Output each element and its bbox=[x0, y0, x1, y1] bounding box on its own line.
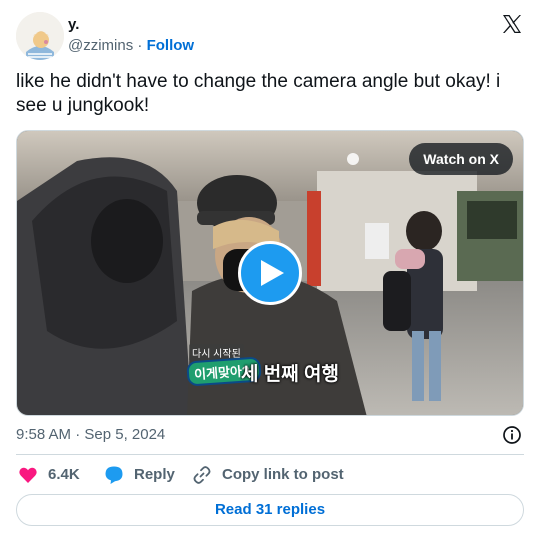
reply-button[interactable]: Reply bbox=[104, 464, 175, 486]
video-media[interactable]: Watch on X 다시 시작된 이게맞아?! 세 번째 여행 bbox=[16, 130, 524, 416]
link-icon bbox=[193, 466, 211, 484]
handle-row: @zzimins · Follow bbox=[68, 36, 194, 56]
timestamp-link[interactable]: 9:58 AM · Sep 5, 2024 bbox=[16, 425, 165, 445]
x-logo-icon[interactable] bbox=[500, 12, 524, 36]
heart-icon bbox=[19, 467, 37, 483]
separator: · bbox=[137, 37, 143, 54]
divider bbox=[16, 454, 524, 455]
like-button[interactable]: 6.4K bbox=[18, 464, 80, 486]
follow-button[interactable]: Follow bbox=[147, 37, 195, 54]
play-button[interactable] bbox=[238, 241, 302, 305]
reply-label: Reply bbox=[134, 466, 175, 483]
avatar[interactable] bbox=[16, 12, 64, 60]
read-replies-button[interactable]: Read 31 replies bbox=[16, 494, 524, 526]
tweet-embed: y. @zzimins · Follow like he didn't have… bbox=[0, 0, 540, 542]
watch-on-x-button[interactable]: Watch on X bbox=[409, 143, 513, 175]
copy-link-button[interactable]: Copy link to post bbox=[192, 464, 344, 486]
video-caption-main: 세 번째 여행 bbox=[241, 364, 339, 385]
avatar-image bbox=[16, 12, 64, 60]
display-name[interactable]: y. bbox=[68, 16, 194, 34]
like-count: 6.4K bbox=[48, 466, 80, 483]
handle[interactable]: @zzimins bbox=[68, 37, 133, 54]
play-icon bbox=[261, 260, 284, 286]
reply-bubble-icon bbox=[105, 466, 123, 484]
tweet-text: like he didn't have to change the camera… bbox=[16, 71, 501, 116]
author-block: y. @zzimins · Follow bbox=[68, 16, 194, 56]
info-icon[interactable] bbox=[502, 425, 522, 445]
copy-link-label: Copy link to post bbox=[222, 466, 344, 483]
